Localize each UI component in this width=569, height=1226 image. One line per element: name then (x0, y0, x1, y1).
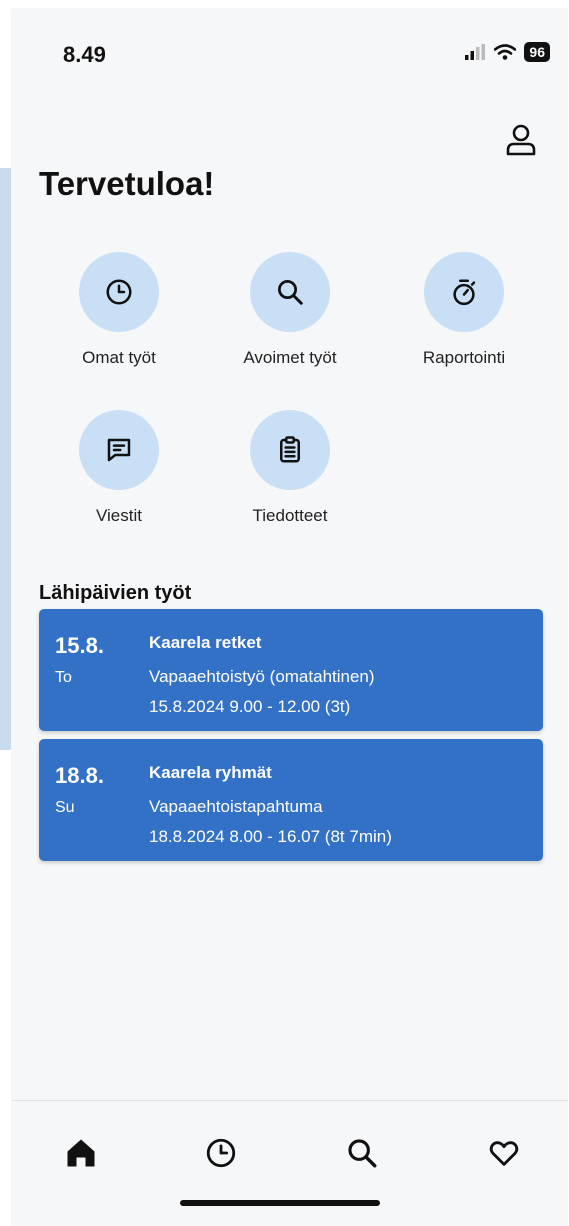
job-title: Kaarela retket (149, 633, 262, 652)
nav-favorites[interactable] (484, 1133, 524, 1173)
wifi-icon (494, 44, 517, 60)
search-icon (348, 1139, 377, 1168)
job-time: 18.8.2024 8.00 - 16.07 (8t 7min) (149, 827, 392, 846)
clock-icon (206, 1138, 236, 1168)
stopwatch-icon (453, 279, 476, 306)
quick-action-label: Omat työt (82, 348, 156, 367)
job-weekday: Su (55, 799, 75, 816)
message-icon (107, 438, 131, 462)
quick-action-tiedotteet[interactable]: Tiedotteet (215, 410, 365, 526)
signal-icon (465, 44, 486, 60)
job-type: Vapaaehtoistyö (omatahtinen) (149, 667, 375, 686)
section-title: Lähipäivien työt (39, 582, 192, 604)
user-icon (506, 124, 536, 156)
heart-icon (489, 1141, 519, 1166)
job-weekday: To (55, 669, 72, 686)
quick-action-label: Avoimet työt (243, 348, 337, 367)
home-indicator[interactable] (180, 1200, 380, 1206)
clipboard-icon (280, 436, 300, 463)
home-icon (67, 1139, 95, 1167)
clock-icon (106, 279, 132, 305)
quick-action-label: Tiedotteet (252, 506, 328, 525)
quick-action-viestit[interactable]: Viestit (44, 410, 194, 526)
nav-home[interactable] (61, 1133, 101, 1173)
status-time: 8.49 (63, 42, 106, 67)
status-icons: 96 (464, 42, 550, 62)
job-date: 18.8. (55, 763, 104, 788)
job-type: Vapaaehtoistapahtuma (149, 797, 323, 816)
job-title: Kaarela ryhmät (149, 763, 272, 782)
job-card[interactable]: 15.8. To Kaarela retket Vapaaehtoistyö (… (39, 609, 543, 731)
quick-action-circle (79, 410, 159, 490)
quick-action-circle (424, 252, 504, 332)
job-time: 15.8.2024 9.00 - 12.00 (3t) (149, 697, 351, 716)
quick-action-circle (250, 410, 330, 490)
search-icon (278, 280, 303, 305)
page-title: Tervetuloa! (39, 165, 215, 202)
profile-button[interactable] (501, 120, 541, 160)
quick-action-circle (79, 252, 159, 332)
side-strip (0, 168, 11, 750)
nav-omat-tyot[interactable] (201, 1133, 241, 1173)
quick-action-label: Viestit (96, 506, 142, 525)
app-screen: 8.49 96 Tervetuloa! Omat työt Avoimet ty… (11, 8, 568, 1226)
nav-search[interactable] (342, 1133, 382, 1173)
quick-action-circle (250, 252, 330, 332)
job-card[interactable]: 18.8. Su Kaarela ryhmät Vapaaehtoistapah… (39, 739, 543, 861)
quick-action-avoimet-tyot[interactable]: Avoimet työt (215, 252, 365, 368)
quick-action-raportointi[interactable]: Raportointi (389, 252, 539, 368)
battery-indicator: 96 (524, 42, 550, 62)
bottom-nav (11, 1100, 568, 1226)
job-date: 15.8. (55, 633, 104, 658)
quick-action-omat-tyot[interactable]: Omat työt (44, 252, 194, 368)
quick-action-label: Raportointi (422, 348, 506, 367)
